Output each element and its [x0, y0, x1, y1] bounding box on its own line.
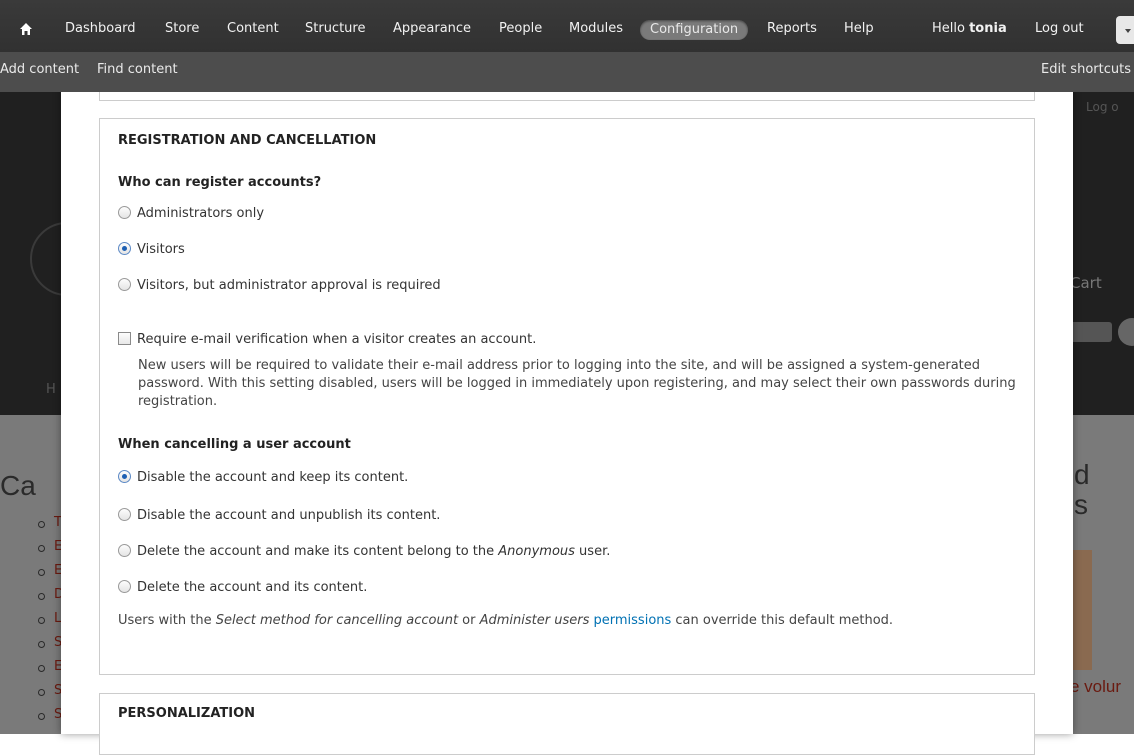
background-nav-item: H [46, 382, 56, 397]
menu-dashboard[interactable]: Dashboard [65, 20, 136, 38]
menu-structure[interactable]: Structure [305, 20, 365, 38]
desc-prefix: Users with the [118, 613, 216, 628]
radio-label: Delete the account and its content. [137, 580, 368, 595]
email-verification-checkbox[interactable] [118, 332, 131, 345]
background-volume-text: e volur [1070, 677, 1122, 696]
radio-label: Disable the account and keep its content… [137, 470, 409, 485]
username-link[interactable]: tonia [969, 21, 1007, 36]
menu-content[interactable]: Content [227, 20, 279, 38]
home-icon[interactable] [20, 23, 32, 35]
desc-em2: Administer users [479, 613, 590, 628]
personalization-fieldset: PERSONALIZATION [99, 693, 1035, 755]
radio-button[interactable] [118, 278, 131, 291]
register-admins-only-option[interactable]: Administrators only [118, 205, 264, 223]
desc-em1: Select method for cancelling account [215, 613, 459, 628]
register-visitors-option[interactable]: Visitors [118, 241, 185, 259]
radio-button[interactable] [118, 544, 131, 557]
toolbar-menu-bar: Dashboard Store Content Structure Appear… [0, 0, 1134, 52]
radio-button[interactable] [118, 580, 131, 593]
email-verification-description: New users will be required to validate t… [138, 358, 1016, 409]
who-can-register-title: Who can register accounts? [118, 175, 322, 190]
user-greeting: Hello tonia [932, 20, 1007, 38]
cancel-disable-unpublish-option[interactable]: Disable the account and unpublish its co… [118, 507, 440, 525]
shortcut-add-content[interactable]: Add content [0, 62, 79, 77]
background-title-right-line2: s [1074, 489, 1088, 520]
cancel-delete-option[interactable]: Delete the account and its content. [118, 579, 367, 597]
cancel-method-description: Users with the Select method for cancell… [118, 612, 1018, 630]
anonymous-emphasis: Anonymous [498, 544, 575, 559]
edit-shortcuts-link[interactable]: Edit shortcuts [1041, 62, 1131, 77]
checkbox-label: Require e-mail verification when a visit… [137, 332, 537, 347]
menu-help[interactable]: Help [844, 20, 874, 38]
background-logout-text: Log o [1086, 100, 1119, 114]
toolbar-toggle-button[interactable] [1116, 16, 1134, 44]
radio-button[interactable] [118, 242, 131, 255]
registration-fieldset: REGISTRATION AND CANCELLATION Who can re… [99, 118, 1035, 675]
background-search-button [1118, 318, 1134, 346]
admin-toolbar: Dashboard Store Content Structure Appear… [0, 0, 1134, 92]
desc-suffix: can override this default method. [671, 613, 894, 628]
menu-store[interactable]: Store [165, 20, 199, 38]
radio-button[interactable] [118, 206, 131, 219]
cancel-account-title: When cancelling a user account [118, 437, 351, 452]
registration-legend: REGISTRATION AND CANCELLATION [118, 133, 377, 148]
settings-overlay: REGISTRATION AND CANCELLATION Who can re… [61, 66, 1073, 755]
radio-label: Delete the account and make its content … [137, 544, 610, 559]
menu-appearance[interactable]: Appearance [393, 20, 471, 38]
cancel-disable-keep-option[interactable]: Disable the account and keep its content… [118, 469, 408, 487]
menu-modules[interactable]: Modules [569, 20, 623, 38]
radio-label: Visitors, but administrator approval is … [137, 278, 441, 293]
background-title-right-line1: d [1074, 459, 1090, 490]
radio-label: Disable the account and unpublish its co… [137, 508, 441, 523]
logout-link[interactable]: Log out [1035, 20, 1084, 38]
radio-button[interactable] [118, 470, 131, 483]
radio-button[interactable] [118, 508, 131, 521]
personalization-legend: PERSONALIZATION [118, 706, 256, 721]
radio-label: Administrators only [137, 206, 265, 221]
radio-label-suffix: user. [574, 544, 611, 559]
shortcuts-bar: Add content Find content Edit shortcuts [0, 52, 1134, 92]
radio-label-prefix: Delete the account and make its content … [137, 544, 499, 559]
greeting-prefix: Hello [932, 21, 970, 36]
background-title-right: d s [1074, 460, 1090, 520]
background-title-left: Ca [0, 470, 36, 501]
radio-label: Visitors [137, 242, 185, 257]
menu-reports[interactable]: Reports [767, 20, 817, 38]
menu-configuration[interactable]: Configuration [640, 20, 749, 40]
background-cart-text: Cart [1070, 274, 1102, 292]
shortcut-find-content[interactable]: Find content [97, 62, 178, 77]
register-visitors-approval-option[interactable]: Visitors, but administrator approval is … [118, 277, 441, 295]
permissions-link[interactable]: permissions [594, 613, 672, 628]
desc-middle: or [458, 613, 480, 628]
cancel-reassign-option[interactable]: Delete the account and make its content … [118, 543, 610, 561]
menu-people[interactable]: People [499, 20, 542, 38]
email-verification-option[interactable]: Require e-mail verification when a visit… [118, 331, 536, 349]
